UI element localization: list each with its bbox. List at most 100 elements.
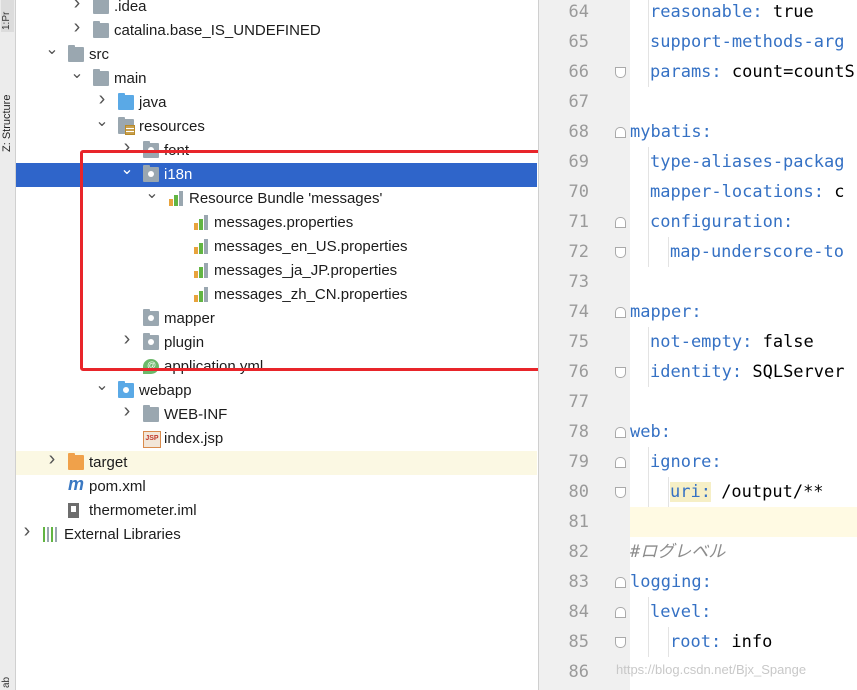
code-line: support-methods-arg xyxy=(630,27,857,57)
fold-marker-icon[interactable] xyxy=(615,367,626,378)
icon-bar xyxy=(204,215,208,230)
code-line: mapper-locations: c xyxy=(630,177,857,207)
code-line: params: count=countS xyxy=(630,57,857,87)
code-line: #ログレベル xyxy=(630,537,857,567)
expand-arrow-icon[interactable]: ⌄ xyxy=(70,66,84,82)
yaml-value: SQLServer xyxy=(742,362,845,382)
tree-item[interactable]: › catalina.base_IS_UNDEFINED xyxy=(16,17,537,43)
tree-item-label: resources xyxy=(139,118,205,135)
package-icon xyxy=(143,165,159,182)
fold-marker-icon[interactable] xyxy=(615,607,626,618)
yaml-key: not-empty: xyxy=(650,332,753,352)
fold-marker-icon[interactable] xyxy=(615,307,626,318)
code-line: mybatis: xyxy=(630,117,857,147)
line-number: 72 xyxy=(568,242,589,262)
expand-arrow-icon[interactable]: ⌄ xyxy=(145,186,159,202)
expand-arrow-icon[interactable]: ⌄ xyxy=(95,378,109,394)
tree-item[interactable]: › .idea xyxy=(16,0,537,19)
tree-item-label: src xyxy=(89,46,109,63)
tree-item[interactable]: m pom.xml xyxy=(16,475,537,499)
tree-item[interactable]: ⌄ src xyxy=(16,42,537,67)
line-number: 81 xyxy=(568,512,589,532)
expand-arrow-icon[interactable]: ⌄ xyxy=(95,114,109,130)
line-number: 74 xyxy=(568,302,589,322)
iml-file-icon xyxy=(68,503,79,518)
tree-item[interactable]: ⌄ main xyxy=(16,66,537,91)
yaml-key: level: xyxy=(650,602,712,622)
tree-item[interactable]: mapper xyxy=(16,307,537,331)
tree-item[interactable]: ⌄ i18n xyxy=(16,162,537,187)
fold-marker-icon[interactable] xyxy=(615,217,626,228)
tool-window-strip: 1:Pr Z: Structure ab xyxy=(0,0,16,690)
yaml-key: ignore: xyxy=(650,452,722,472)
tree-item[interactable]: › WEB-INF xyxy=(16,401,537,427)
bottom-tool-button[interactable]: ab xyxy=(1,664,14,690)
tree-item-label: i18n xyxy=(164,166,193,183)
libraries-icon xyxy=(43,527,59,542)
fold-marker-icon[interactable] xyxy=(615,427,626,438)
tree-item-label: catalina.base_IS_UNDEFINED xyxy=(114,22,321,39)
tree-item[interactable]: › plugin xyxy=(16,329,537,355)
collapse-arrow-icon[interactable]: › xyxy=(70,0,84,13)
tree-item[interactable]: ⌄ webapp xyxy=(16,378,537,403)
project-tool-label: 1:Pr xyxy=(1,11,12,30)
tree-item[interactable]: JSP index.jsp xyxy=(16,427,537,451)
icon-bar xyxy=(174,195,178,206)
tree-item[interactable]: › External Libraries xyxy=(16,521,537,547)
icon-bar xyxy=(199,267,203,278)
tree-item[interactable]: application.yml xyxy=(16,355,537,379)
line-number: 65 xyxy=(568,32,589,52)
fold-marker-icon[interactable] xyxy=(615,67,626,78)
tree-item[interactable]: messages_ja_JP.properties xyxy=(16,259,537,283)
fold-marker-icon[interactable] xyxy=(615,457,626,468)
yaml-key: uri: xyxy=(670,482,711,502)
code-line: reasonable: true xyxy=(630,0,857,27)
tree-item-label: webapp xyxy=(139,382,192,399)
tree-item-label: index.jsp xyxy=(164,430,224,447)
tree-item[interactable]: › font xyxy=(16,137,537,163)
tree-item[interactable]: messages.properties xyxy=(16,211,537,235)
yaml-key: logging: xyxy=(630,572,712,592)
fold-marker-icon[interactable] xyxy=(615,637,626,648)
collapse-arrow-icon[interactable]: › xyxy=(120,329,134,349)
collapse-arrow-icon[interactable]: › xyxy=(95,89,109,109)
fold-marker-icon[interactable] xyxy=(615,487,626,498)
tree-item-label: target xyxy=(89,454,128,471)
code-line: ignore: xyxy=(630,447,857,477)
code-line: not-empty: false xyxy=(630,327,857,357)
tree-item[interactable]: messages_en_US.properties xyxy=(16,235,537,259)
tree-item[interactable]: › java xyxy=(16,89,537,115)
yaml-key: support-methods-arg xyxy=(650,32,845,52)
code-editor[interactable]: reasonable: true support-methods-arg param… xyxy=(630,0,857,690)
fold-marker-icon[interactable] xyxy=(615,247,626,258)
properties-file-icon xyxy=(193,239,209,254)
line-number: 69 xyxy=(568,152,589,172)
tree-item-label: font xyxy=(164,142,190,159)
line-number: 67 xyxy=(568,92,589,112)
structure-tool-button[interactable]: Z: Structure xyxy=(1,62,14,152)
project-tool-button[interactable]: 1:Pr xyxy=(1,0,14,32)
tree-item[interactable]: messages_zh_CN.properties xyxy=(16,283,537,307)
collapse-arrow-icon[interactable]: › xyxy=(20,521,34,541)
fold-marker-icon[interactable] xyxy=(615,127,626,138)
tree-item[interactable]: ⌄ resources xyxy=(16,114,537,139)
expand-arrow-icon[interactable]: ⌄ xyxy=(120,162,134,178)
tree-item[interactable]: thermometer.iml xyxy=(16,499,537,523)
tree-item[interactable]: ⌄ Resource Bundle 'messages' xyxy=(16,186,537,211)
expand-arrow-icon[interactable]: ⌄ xyxy=(45,42,59,58)
collapse-arrow-icon[interactable]: › xyxy=(45,449,59,469)
tree-item[interactable]: › target xyxy=(16,449,537,475)
fold-marker-icon[interactable] xyxy=(615,577,626,588)
collapse-arrow-icon[interactable]: › xyxy=(120,401,134,421)
collapse-arrow-icon[interactable]: › xyxy=(70,17,84,37)
code-line: uri: /output/** xyxy=(630,477,857,507)
properties-file-icon xyxy=(193,287,209,302)
icon-bar xyxy=(204,287,208,302)
line-number: 84 xyxy=(568,602,589,622)
line-number: 79 xyxy=(568,452,589,472)
collapse-arrow-icon[interactable]: › xyxy=(120,137,134,157)
line-number: 85 xyxy=(568,632,589,652)
